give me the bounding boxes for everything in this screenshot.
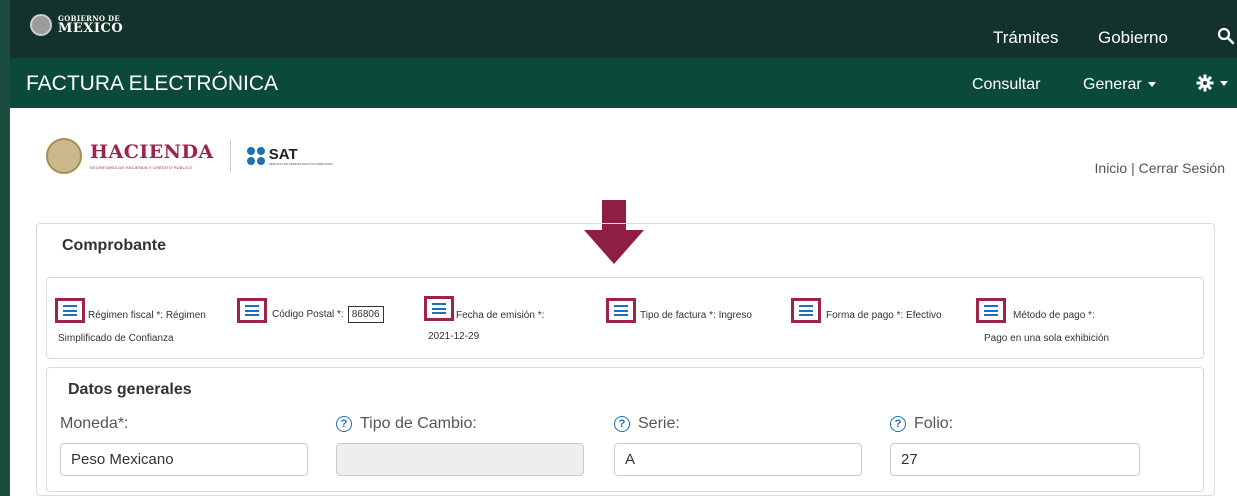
nav-generar-label: Generar bbox=[1083, 76, 1142, 93]
help-icon[interactable]: ? bbox=[336, 416, 352, 432]
list-icon bbox=[799, 305, 813, 316]
sat-subtitle: SERVICIO DE ADMINISTRACIÓN TRIBUTARIA bbox=[268, 161, 334, 166]
moneda-select[interactable]: Peso Mexicano bbox=[60, 443, 308, 476]
session-separator: | bbox=[1127, 160, 1139, 176]
cp-menu-button[interactable] bbox=[237, 298, 267, 323]
nav-generar[interactable]: Generar bbox=[1083, 76, 1156, 94]
logo-line2: MÉXICO bbox=[58, 21, 124, 36]
logo-divider bbox=[229, 140, 231, 172]
cp-label: Código Postal *: bbox=[272, 309, 344, 320]
metodo-menu-button[interactable] bbox=[976, 298, 1006, 323]
tipo-value: Ingreso bbox=[718, 310, 752, 321]
forma-value: Efectivo bbox=[906, 310, 942, 321]
moneda-label-text: Moneda*: bbox=[60, 415, 129, 432]
left-border bbox=[0, 108, 10, 496]
tipo-cambio-label-text: Tipo de Cambio: bbox=[360, 415, 477, 432]
tipo-menu-button[interactable] bbox=[606, 298, 636, 323]
cerrar-sesion-link[interactable]: Cerrar Sesión bbox=[1139, 160, 1225, 176]
nav-consultar[interactable]: Consultar bbox=[972, 76, 1040, 94]
help-icon[interactable]: ? bbox=[890, 416, 906, 432]
hacienda-seal-icon bbox=[46, 138, 82, 174]
settings-menu[interactable] bbox=[1196, 74, 1228, 92]
tipo-cambio-input[interactable] bbox=[336, 443, 584, 476]
tipo-cambio-label: ? Tipo de Cambio: bbox=[336, 415, 477, 433]
moneda-label: Moneda*: bbox=[60, 415, 129, 433]
sat-wordmark: SAT bbox=[268, 145, 298, 163]
folio-label: ? Folio: bbox=[890, 415, 953, 433]
branding: HACIENDA SECRETARÍA DE HACIENDA Y CRÉDIT… bbox=[46, 138, 333, 174]
serie-label-text: Serie: bbox=[638, 415, 680, 432]
forma-label: Forma de pago *: bbox=[826, 310, 904, 321]
gear-icon bbox=[1196, 74, 1214, 92]
regimen-menu-button[interactable] bbox=[55, 298, 85, 323]
chevron-down-icon bbox=[1147, 82, 1156, 88]
fecha-label: Fecha de emisión *: bbox=[456, 310, 545, 321]
forma-field: Forma de pago *: Efectivo bbox=[826, 310, 942, 321]
comprobante-title: Comprobante bbox=[62, 237, 166, 254]
list-icon bbox=[984, 305, 998, 316]
metodo-value: Pago en una sola exhibición bbox=[984, 333, 1110, 344]
tipo-label: Tipo de factura *: bbox=[640, 310, 716, 321]
tipo-field: Tipo de factura *: Ingreso bbox=[640, 310, 752, 321]
help-icon[interactable]: ? bbox=[614, 416, 630, 432]
list-icon bbox=[614, 305, 628, 316]
folio-input[interactable]: 27 bbox=[890, 443, 1140, 476]
list-icon bbox=[432, 303, 446, 314]
regimen-value-1: Régimen bbox=[165, 310, 206, 321]
inicio-link[interactable]: Inicio bbox=[1095, 160, 1128, 176]
app-title: FACTURA ELECTRÓNICA bbox=[26, 72, 279, 95]
list-icon bbox=[245, 305, 259, 316]
metodo-label: Método de pago *: bbox=[1013, 310, 1095, 321]
cp-field: Código Postal *: 86806 bbox=[272, 306, 384, 323]
gobierno-logo[interactable]: GOBIERNO DE MÉXICO bbox=[30, 14, 123, 36]
hacienda-logo: HACIENDA bbox=[90, 140, 214, 163]
session-links: Inicio | Cerrar Sesión bbox=[1095, 160, 1225, 176]
nav-gobierno[interactable]: Gobierno bbox=[1098, 28, 1168, 48]
gov-header: GOBIERNO DE MÉXICO Trámites Gobierno bbox=[0, 0, 1237, 58]
seal-icon bbox=[30, 14, 52, 36]
app-header: FACTURA ELECTRÓNICA Consultar Generar bbox=[0, 58, 1237, 108]
serie-input[interactable]: A bbox=[614, 443, 862, 476]
fecha-value: 2021-12-29 bbox=[428, 331, 480, 342]
datos-generales-title: Datos generales bbox=[68, 381, 192, 398]
nav-tramites[interactable]: Trámites bbox=[993, 28, 1059, 48]
regimen-field: Régimen fiscal *: Régimen bbox=[88, 310, 206, 321]
sat-icon bbox=[246, 147, 265, 165]
serie-label: ? Serie: bbox=[614, 415, 680, 433]
list-icon bbox=[63, 305, 77, 316]
cp-value: 86806 bbox=[347, 306, 384, 323]
fecha-menu-button[interactable] bbox=[424, 296, 454, 321]
sat-logo: SAT SERVICIO DE ADMINISTRACIÓN TRIBUTARI… bbox=[246, 145, 334, 166]
regimen-label: Régimen fiscal *: bbox=[88, 310, 164, 321]
chevron-down-icon bbox=[1220, 80, 1228, 86]
hacienda-subtitle: SECRETARÍA DE HACIENDA Y CRÉDITO PÚBLICO bbox=[90, 164, 193, 170]
forma-menu-button[interactable] bbox=[791, 298, 821, 323]
regimen-value-2: Simplificado de Confianza bbox=[58, 333, 174, 344]
folio-label-text: Folio: bbox=[914, 415, 954, 432]
search-icon[interactable] bbox=[1217, 27, 1235, 45]
